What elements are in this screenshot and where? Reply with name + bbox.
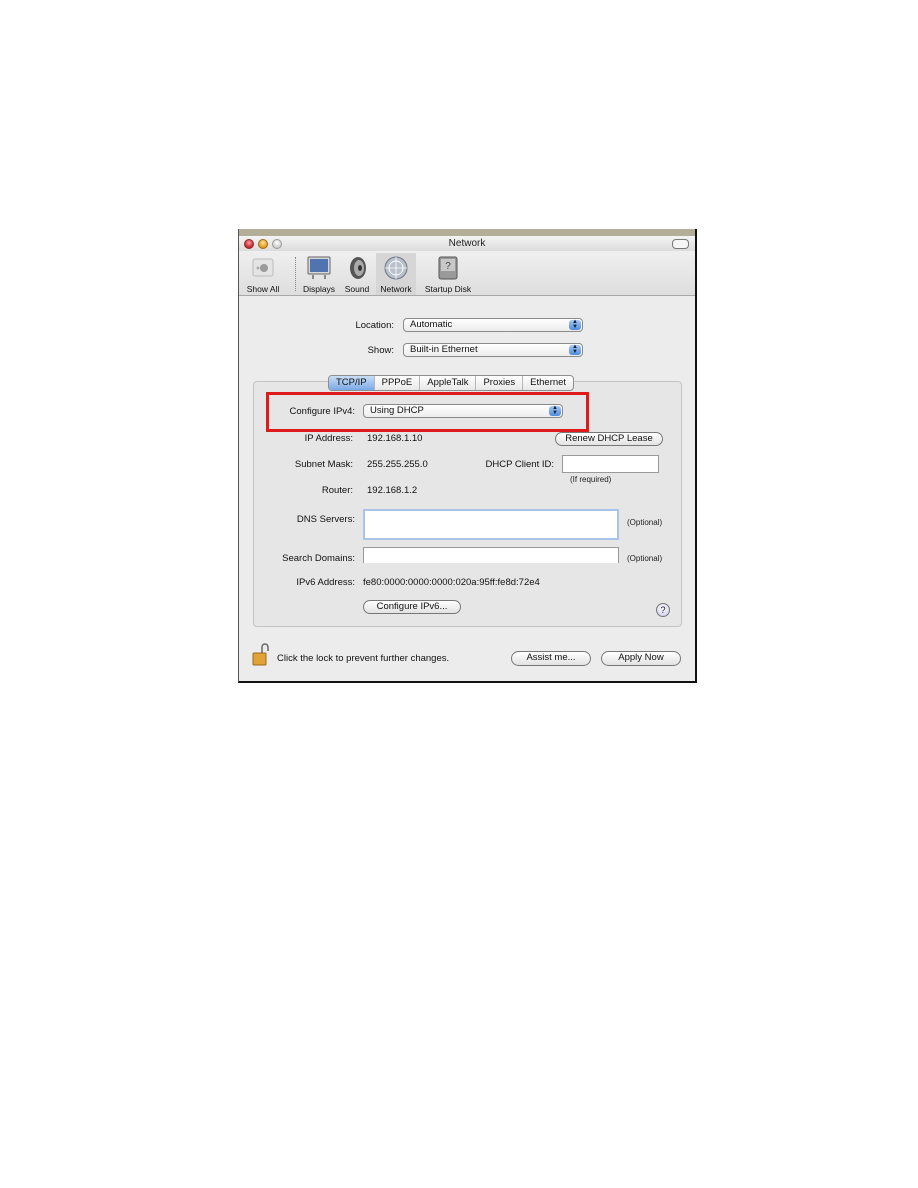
configure-ipv4-popup[interactable]: Using DHCP ▲ ▼ [363, 404, 563, 418]
show-value: Built-in Ethernet [410, 344, 478, 355]
unlocked-lock-icon[interactable] [252, 643, 270, 667]
dhcp-client-id-field[interactable] [562, 455, 659, 473]
toolbar-label: Show All [246, 284, 280, 294]
configure-ipv4-value: Using DHCP [370, 405, 424, 416]
popup-arrows-icon: ▲ ▼ [549, 405, 561, 416]
subnet-mask-value: 255.255.255.0 [367, 459, 428, 470]
globe-icon [384, 256, 408, 280]
dns-optional-hint: (Optional) [627, 518, 663, 527]
assist-me-button[interactable]: Assist me... [511, 651, 591, 666]
tab-ethernet[interactable]: Ethernet [523, 376, 573, 390]
tab-appletalk[interactable]: AppleTalk [420, 376, 477, 390]
window-title: Network [448, 238, 486, 249]
hard-disk-icon: ? [438, 256, 458, 280]
configure-ipv6-button[interactable]: Configure IPv6... [363, 600, 461, 614]
apply-now-button[interactable]: Apply Now [601, 651, 681, 666]
location-label: Location: [355, 320, 394, 331]
svg-text:?: ? [445, 261, 451, 272]
tab-tcpip[interactable]: TCP/IP [329, 376, 375, 390]
ip-address-value: 192.168.1.10 [367, 433, 423, 444]
preferences-toolbar: Show All Displays Sound Network ? Startu… [239, 251, 695, 296]
search-domains-field[interactable] [363, 547, 619, 563]
toolbar-displays[interactable]: Displays [300, 253, 338, 295]
router-value: 192.168.1.2 [367, 485, 418, 496]
toolbar-toggle-button[interactable] [672, 239, 689, 249]
window-top-strip [239, 229, 695, 236]
toolbar-label: Network [380, 284, 412, 294]
speaker-icon [350, 257, 366, 279]
title-bar[interactable]: Network [239, 236, 695, 251]
dns-servers-label: DNS Servers: [296, 514, 355, 525]
configure-ipv4-label: Configure IPv4: [289, 406, 355, 417]
location-value: Automatic [410, 319, 453, 330]
lock-message: Click the lock to prevent further change… [277, 653, 450, 664]
router-label: Router: [321, 485, 353, 496]
toolbar-label: Displays [302, 284, 336, 294]
toolbar-show-all[interactable]: Show All [243, 253, 283, 295]
show-popup[interactable]: Built-in Ethernet ▲ ▼ [403, 343, 583, 357]
search-optional-hint: (Optional) [627, 554, 663, 563]
location-popup[interactable]: Automatic ▲ ▼ [403, 318, 583, 332]
toolbar-label: Startup Disk [424, 284, 472, 294]
tab-bar: TCP/IP PPPoE AppleTalk Proxies Ethernet [328, 375, 575, 391]
popup-arrows-icon: ▲ ▼ [569, 344, 581, 355]
display-icon [307, 256, 331, 279]
renew-dhcp-lease-button[interactable]: Renew DHCP Lease [555, 432, 663, 446]
toolbar-sound[interactable]: Sound [341, 253, 373, 295]
toolbar-label: Sound [344, 284, 370, 294]
ipv6-address-label: IPv6 Address: [296, 577, 355, 588]
dhcp-client-id-hint: (If required) [570, 475, 612, 484]
tab-proxies[interactable]: Proxies [476, 376, 524, 390]
dns-servers-field[interactable] [363, 509, 619, 540]
toolbar-startup-disk[interactable]: ? Startup Disk [420, 253, 476, 295]
preferences-content: Location: Automatic ▲ ▼ Show: Built-in Et… [239, 296, 695, 681]
popup-arrows-icon: ▲ ▼ [569, 319, 581, 330]
tab-pppoe[interactable]: PPPoE [375, 376, 421, 390]
search-domains-label: Search Domains: [282, 553, 355, 564]
apple-show-all-icon [252, 258, 274, 277]
toolbar-network[interactable]: Network [376, 253, 416, 295]
toolbar-separator [295, 257, 296, 291]
ip-address-label: IP Address: [304, 433, 353, 444]
subnet-mask-label: Subnet Mask: [294, 459, 353, 470]
show-label: Show: [367, 345, 394, 356]
help-button[interactable]: ? [656, 603, 670, 617]
ipv6-address-value: fe80:0000:0000:0000:020a:95ff:fe8d:72e4 [363, 577, 540, 588]
dhcp-client-id-label: DHCP Client ID: [485, 459, 554, 470]
network-preferences-window: Network Show All Displays Sound Network … [238, 229, 697, 683]
